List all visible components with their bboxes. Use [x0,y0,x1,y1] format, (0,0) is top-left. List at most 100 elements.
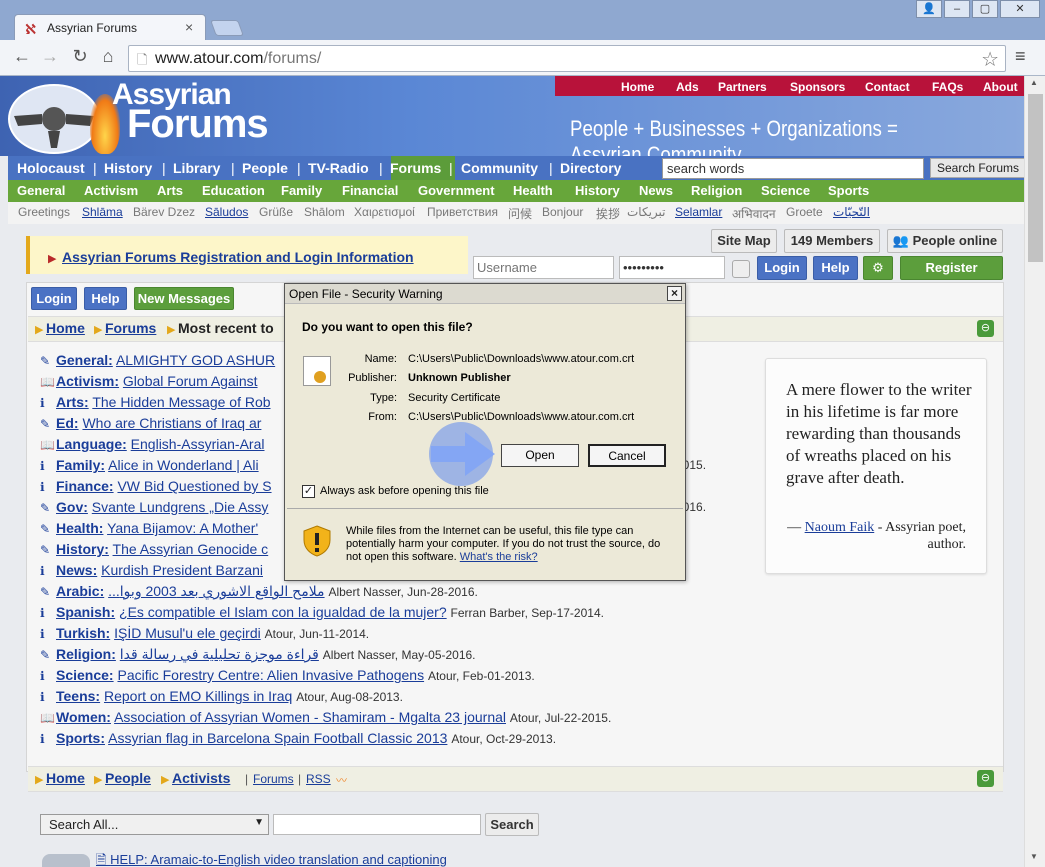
forum-category-link[interactable]: Ed: [56,415,79,431]
dialog-close-button[interactable]: × [667,286,682,301]
new-tab-button[interactable] [210,20,244,36]
forum-category-link[interactable]: Health: [56,520,103,536]
cat-activism[interactable]: Activism [84,183,138,198]
thumbnail-image[interactable] [42,854,90,867]
menu-icon[interactable]: ≡ [1015,46,1026,67]
top-link-ads[interactable]: Ads [676,80,699,94]
cat-general[interactable]: General [17,183,65,198]
scroll-up-icon[interactable]: ▲ [1030,78,1038,87]
cat-news[interactable]: News [639,183,673,198]
forum-topic-link[interactable]: Global Forum Against [123,373,258,389]
forum-category-link[interactable]: Religion: [56,646,116,662]
people-online-button[interactable]: 👥 People online [887,229,1003,253]
nav-holocaust[interactable]: Holocaust [17,160,85,176]
forum-topic-link[interactable]: Association of Assyrian Women - Shamiram… [114,709,506,725]
nav-community[interactable]: Community [461,160,538,176]
forum-category-link[interactable]: Arts: [56,394,89,410]
reload-icon[interactable]: ↻ [70,46,90,67]
open-button[interactable]: Open [501,444,579,467]
forum-topic-link[interactable]: Pacific Forestry Centre: Alien Invasive … [117,667,424,683]
forum-topic-link[interactable]: The Assyrian Genocide c [113,541,269,557]
breadcrumb2-people[interactable]: People [105,770,151,786]
forum-topic-link[interactable]: قراءة موجزة تحليلية في رسالة قدا [120,646,319,662]
search2-button[interactable]: Search [485,813,539,836]
forum-category-link[interactable]: News: [56,562,97,578]
risk-link[interactable]: What's the risk? [460,551,538,563]
search-scope-select[interactable]: Search All... ▼ [40,814,269,835]
search-forums-button[interactable]: Search Forums [930,158,1024,178]
last-forum-row[interactable]: 🗎 HELP: Aramaic-to-English video transla… [96,851,447,867]
username-field[interactable] [473,256,614,279]
forward-icon[interactable]: → [40,46,60,67]
minimize-button[interactable]: – [944,0,970,18]
forum-category-link[interactable]: Arabic: [56,583,104,599]
forum-topic-link[interactable]: ALMIGHTY GOD ASHUR [116,352,275,368]
scroll-down-icon[interactable]: ▼ [1030,852,1038,861]
site-map-button[interactable]: Site Map [711,229,777,253]
forum-topic-link[interactable]: IŞİD Musul'u ele geçirdi [114,625,261,641]
cat-family[interactable]: Family [281,183,322,198]
forum-topic-link[interactable]: Yana Bijamov: A Mother' [107,520,258,536]
forum-topic-link[interactable]: Assyrian flag in Barcelona Spain Footbal… [108,730,447,746]
breadcrumb2-home[interactable]: Home [46,770,85,786]
cat-health[interactable]: Health [513,183,553,198]
site-logo[interactable] [8,84,100,154]
greeting-link[interactable]: التّحيّات [833,205,870,219]
forum-category-link[interactable]: Language: [56,436,127,452]
forum-login-button[interactable]: Login [31,287,77,310]
forum-category-link[interactable]: Turkish: [56,625,110,641]
cat-financial[interactable]: Financial [342,183,398,198]
collapse-icon[interactable]: ⊖ [977,320,994,337]
address-bar[interactable]: 🗋 www.atour.com/forums/ ☆ [128,45,1006,72]
forum-topic-link[interactable]: Report on EMO Killings in Iraq [104,688,292,704]
registration-link[interactable]: Assyrian Forums Registration and Login I… [62,249,414,265]
top-link-partners[interactable]: Partners [718,80,767,94]
forum-topic-link[interactable]: Alice in Wonderland | Ali [108,457,258,473]
breadcrumb2-rss[interactable]: RSS [306,772,331,786]
forum-topic-link[interactable]: ¿Es compatible el Islam con la igualdad … [119,604,447,620]
cat-history[interactable]: History [575,183,620,198]
nav-library[interactable]: Library [173,160,220,176]
breadcrumb-home[interactable]: Home [46,320,85,336]
bookmark-star-icon[interactable]: ☆ [981,47,999,72]
forum-topic-link[interactable]: English-Assyrian-Aral [131,436,265,452]
cat-science[interactable]: Science [761,183,810,198]
forum-category-link[interactable]: Science: [56,667,114,683]
nav-people[interactable]: People [242,160,288,176]
forum-category-link[interactable]: History: [56,541,109,557]
forum-category-link[interactable]: Gov: [56,499,88,515]
members-button[interactable]: 149 Members [784,229,880,253]
always-ask-checkbox[interactable]: ✓ [302,485,315,498]
forum-category-link[interactable]: Finance: [56,478,114,494]
nav-directory[interactable]: Directory [560,160,621,176]
forum-help-button[interactable]: Help [84,287,127,310]
back-icon[interactable]: ← [12,46,32,67]
top-link-home[interactable]: Home [621,80,654,94]
tab-close-icon[interactable]: × [185,19,193,35]
forum-category-link[interactable]: Family: [56,457,105,473]
nav-tv-radio[interactable]: TV-Radio [308,160,369,176]
top-link-sponsors[interactable]: Sponsors [790,80,845,94]
forum-topic-link[interactable]: ...ملامح الواقع الاشوري بعد 2003 وبوا [108,583,324,599]
cat-sports[interactable]: Sports [828,183,869,198]
forum-topic-link[interactable]: Kurdish President Barzani [101,562,263,578]
cat-government[interactable]: Government [418,183,495,198]
browser-tab[interactable]: ℵ Assyrian Forums × [14,14,206,42]
forum-topic-link[interactable]: VW Bid Questioned by S [117,478,271,494]
password-field[interactable]: ••••••••• [619,256,725,279]
greeting-link[interactable]: Sāludos [205,205,248,219]
search2-input[interactable] [273,814,481,835]
forum-topic-link[interactable]: Svante Lundgrens „Die Assy [92,499,269,515]
user-icon[interactable]: 👤 [916,0,942,18]
forum-category-link[interactable]: Activism: [56,373,119,389]
settings-icon[interactable]: ⚙ [863,256,893,280]
home-icon[interactable]: ⌂ [98,46,118,67]
forum-category-link[interactable]: Teens: [56,688,100,704]
breadcrumb2-activists[interactable]: Activists [172,770,230,786]
login-button[interactable]: Login [757,256,807,280]
rss-icon[interactable]: 〰 [336,772,347,788]
new-messages-button[interactable]: New Messages [134,287,234,310]
cancel-button[interactable]: Cancel [588,444,666,467]
top-link-about[interactable]: About [983,80,1018,94]
greeting-link[interactable]: Selamlar [675,205,722,219]
